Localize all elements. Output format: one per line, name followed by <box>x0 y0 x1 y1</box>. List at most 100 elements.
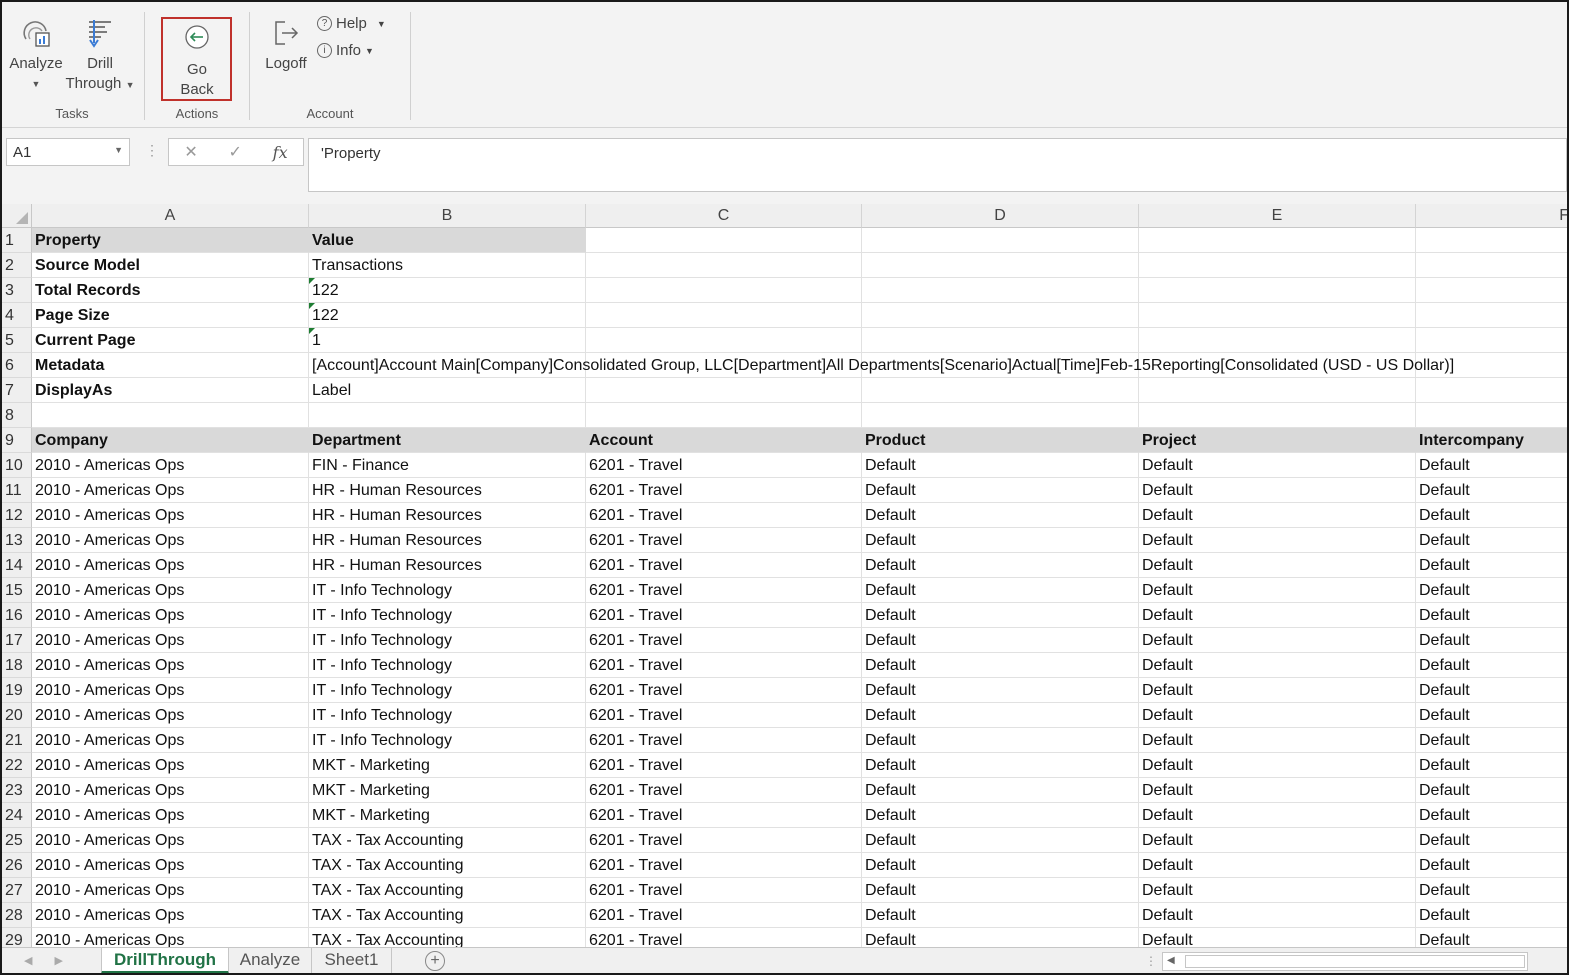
name-box[interactable]: A1 ▼ <box>6 138 130 166</box>
cell-f27[interactable]: Default <box>1416 878 1567 903</box>
tab-sheet1[interactable]: Sheet1 <box>312 948 392 973</box>
cell-b1[interactable]: Value <box>309 228 586 253</box>
cell-f20[interactable]: Default <box>1416 703 1567 728</box>
cell-e18[interactable]: Default <box>1139 653 1416 678</box>
cell-a2[interactable]: Source Model <box>32 253 309 278</box>
row-header[interactable]: 16 <box>2 603 32 628</box>
row-header[interactable]: 1 <box>2 228 32 253</box>
cell-e11[interactable]: Default <box>1139 478 1416 503</box>
cell-b26[interactable]: TAX - Tax Accounting <box>309 853 586 878</box>
cell-c18[interactable]: 6201 - Travel <box>586 653 862 678</box>
cell-f2[interactable] <box>1416 253 1567 278</box>
cell-e1[interactable] <box>1139 228 1416 253</box>
cell-b2[interactable]: Transactions <box>309 253 586 278</box>
cell-d1[interactable] <box>862 228 1139 253</box>
cell-f23[interactable]: Default <box>1416 778 1567 803</box>
cell-c15[interactable]: 6201 - Travel <box>586 578 862 603</box>
cell-d5[interactable] <box>862 328 1139 353</box>
row-header[interactable]: 15 <box>2 578 32 603</box>
cell-a13[interactable]: 2010 - Americas Ops <box>32 528 309 553</box>
cell-a23[interactable]: 2010 - Americas Ops <box>32 778 309 803</box>
cell-e7[interactable] <box>1139 378 1416 403</box>
cell-b23[interactable]: MKT - Marketing <box>309 778 586 803</box>
cell-c22[interactable]: 6201 - Travel <box>586 753 862 778</box>
cell-d17[interactable]: Default <box>862 628 1139 653</box>
splitter-handle-icon[interactable]: ⋮ <box>1145 954 1157 968</box>
column-header-a[interactable]: A <box>32 204 309 228</box>
cell-d27[interactable]: Default <box>862 878 1139 903</box>
cell-e4[interactable] <box>1139 303 1416 328</box>
row-header[interactable]: 27 <box>2 878 32 903</box>
cell-b16[interactable]: IT - Info Technology <box>309 603 586 628</box>
cell-c13[interactable]: 6201 - Travel <box>586 528 862 553</box>
cell-f19[interactable]: Default <box>1416 678 1567 703</box>
cell-a5[interactable]: Current Page <box>32 328 309 353</box>
cell-d24[interactable]: Default <box>862 803 1139 828</box>
cell-f7[interactable] <box>1416 378 1567 403</box>
cell-c11[interactable]: 6201 - Travel <box>586 478 862 503</box>
scrollbar-thumb[interactable] <box>1185 955 1525 968</box>
cell-e24[interactable]: Default <box>1139 803 1416 828</box>
cell-b10[interactable]: FIN - Finance <box>309 453 586 478</box>
drill-through-button[interactable]: Drill Through ▼ <box>64 16 136 95</box>
cell-d11[interactable]: Default <box>862 478 1139 503</box>
cell-f1[interactable] <box>1416 228 1567 253</box>
cell-a8[interactable] <box>32 403 309 428</box>
cell-f14[interactable]: Default <box>1416 553 1567 578</box>
cell-a25[interactable]: 2010 - Americas Ops <box>32 828 309 853</box>
cell-f16[interactable]: Default <box>1416 603 1567 628</box>
cell-a20[interactable]: 2010 - Americas Ops <box>32 703 309 728</box>
cell-b14[interactable]: HR - Human Resources <box>309 553 586 578</box>
cell-c25[interactable]: 6201 - Travel <box>586 828 862 853</box>
row-header[interactable]: 18 <box>2 653 32 678</box>
cell-c16[interactable]: 6201 - Travel <box>586 603 862 628</box>
cell-b7[interactable]: Label <box>309 378 586 403</box>
cell-e28[interactable]: Default <box>1139 903 1416 928</box>
cell-d18[interactable]: Default <box>862 653 1139 678</box>
cell-e5[interactable] <box>1139 328 1416 353</box>
cell-b24[interactable]: MKT - Marketing <box>309 803 586 828</box>
cell-b19[interactable]: IT - Info Technology <box>309 678 586 703</box>
cell-d9[interactable]: Product <box>862 428 1139 453</box>
row-header[interactable]: 19 <box>2 678 32 703</box>
cell-b8[interactable] <box>309 403 586 428</box>
cell-a1[interactable]: Property <box>32 228 309 253</box>
cell-e14[interactable]: Default <box>1139 553 1416 578</box>
cell-c12[interactable]: 6201 - Travel <box>586 503 862 528</box>
cell-b11[interactable]: HR - Human Resources <box>309 478 586 503</box>
row-header[interactable]: 7 <box>2 378 32 403</box>
cell-f15[interactable]: Default <box>1416 578 1567 603</box>
tab-analyze[interactable]: Analyze <box>229 948 312 973</box>
cell-e22[interactable]: Default <box>1139 753 1416 778</box>
cell-d28[interactable]: Default <box>862 903 1139 928</box>
column-header-c[interactable]: C <box>586 204 862 228</box>
cell-c28[interactable]: 6201 - Travel <box>586 903 862 928</box>
row-header[interactable]: 10 <box>2 453 32 478</box>
cell-d10[interactable]: Default <box>862 453 1139 478</box>
drag-handle-icon[interactable]: ⋮ <box>145 142 159 159</box>
cell-a27[interactable]: 2010 - Americas Ops <box>32 878 309 903</box>
cell-d7[interactable] <box>862 378 1139 403</box>
cell-d19[interactable]: Default <box>862 678 1139 703</box>
help-button[interactable]: ? Help ▼ <box>317 15 386 32</box>
cell-e27[interactable]: Default <box>1139 878 1416 903</box>
cell-f13[interactable]: Default <box>1416 528 1567 553</box>
cell-a10[interactable]: 2010 - Americas Ops <box>32 453 309 478</box>
cell-f24[interactable]: Default <box>1416 803 1567 828</box>
cancel-icon[interactable]: ✕ <box>184 142 197 162</box>
cell-f21[interactable]: Default <box>1416 728 1567 753</box>
tab-drillthrough[interactable]: DrillThrough <box>101 948 229 973</box>
cell-b21[interactable]: IT - Info Technology <box>309 728 586 753</box>
cell-a16[interactable]: 2010 - Americas Ops <box>32 603 309 628</box>
row-header[interactable]: 21 <box>2 728 32 753</box>
cell-d13[interactable]: Default <box>862 528 1139 553</box>
cell-c8[interactable] <box>586 403 862 428</box>
cell-a26[interactable]: 2010 - Americas Ops <box>32 853 309 878</box>
cell-f11[interactable]: Default <box>1416 478 1567 503</box>
cell-c20[interactable]: 6201 - Travel <box>586 703 862 728</box>
add-sheet-icon[interactable]: + <box>425 951 445 971</box>
cell-b22[interactable]: MKT - Marketing <box>309 753 586 778</box>
cell-a17[interactable]: 2010 - Americas Ops <box>32 628 309 653</box>
cell-f10[interactable]: Default <box>1416 453 1567 478</box>
cell-d23[interactable]: Default <box>862 778 1139 803</box>
